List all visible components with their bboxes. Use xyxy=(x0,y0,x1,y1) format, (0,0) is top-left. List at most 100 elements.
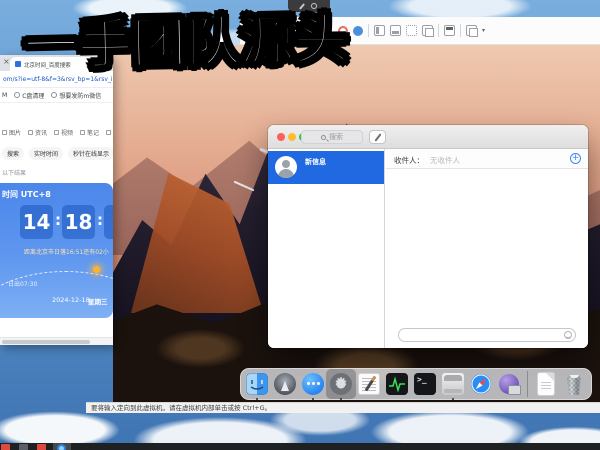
fullscreen-icon[interactable] xyxy=(406,25,417,36)
conversation-row-selected[interactable]: 新信息 xyxy=(268,151,384,184)
clock-hour: 14 xyxy=(20,205,53,239)
clock-minute: 18 xyxy=(62,205,95,239)
vmware-status-text: 要将输入定向到此虚拟机，请在虚拟机内部单击或按 Ctrl+G。 xyxy=(86,403,600,413)
scrollbar-thumb[interactable] xyxy=(2,340,90,344)
globe-icon xyxy=(14,92,20,98)
dock-item-safari[interactable] xyxy=(469,372,493,396)
messages-icon xyxy=(302,373,324,395)
conversation-list: 新信息 xyxy=(268,149,385,348)
script-editor-icon xyxy=(442,373,464,395)
windows-taskbar xyxy=(0,443,600,450)
baidu-nav-tabs: 图片 资讯 视频 笔记 地图 xyxy=(0,128,113,137)
dock-item-system-preferences[interactable] xyxy=(329,372,353,396)
search-input[interactable]: 搜索 xyxy=(301,130,363,144)
bookmark-item[interactable]: C盘清理 xyxy=(14,91,44,100)
add-recipient-button[interactable]: + xyxy=(570,153,581,164)
network-icon xyxy=(499,374,519,394)
search-icon xyxy=(321,135,326,140)
toolbar-separator xyxy=(438,24,439,37)
nav-tab-news[interactable]: 资讯 xyxy=(28,128,47,137)
beijing-time-widget: 时间 UTC+8 14 : 18 : 距离北京市日落16:51还有02小 日出0… xyxy=(0,183,113,318)
globe-icon xyxy=(51,92,57,98)
display-settings-icon[interactable] xyxy=(466,25,477,36)
vm-display: 搜索 新信息 收件人： 无收件人 + xyxy=(113,45,600,402)
dock-item-messages[interactable] xyxy=(301,372,325,396)
message-pane: 收件人： 无收件人 + xyxy=(386,149,588,348)
sunset-countdown: 距离北京市日落16:51还有02小 xyxy=(24,247,109,256)
watermark-title: 一手团队源头 xyxy=(23,0,349,80)
dock-item-finder[interactable] xyxy=(245,372,269,396)
running-indicator xyxy=(340,398,342,400)
dock-separator xyxy=(527,371,528,397)
bookmark-item[interactable]: M xyxy=(2,92,7,99)
messages-window: 搜索 新信息 收件人： 无收件人 + xyxy=(268,125,588,348)
dock-item-document[interactable] xyxy=(534,372,558,396)
dock xyxy=(240,368,592,400)
nav-tab-images[interactable]: 图片 xyxy=(2,128,21,137)
browser-window: × 北京时间_百度搜索 om/s?ie=utf-8&f=3&rsv_bp=1&r… xyxy=(0,55,113,345)
safari-icon xyxy=(470,373,492,395)
nav-tab-video[interactable]: 视频 xyxy=(54,128,73,137)
tab-icon xyxy=(54,130,59,135)
bookmarks-bar: M C盘清理 想要发防m微信 xyxy=(0,88,113,103)
compose-button[interactable] xyxy=(369,130,386,144)
filter-chip[interactable]: 搜索 xyxy=(2,147,24,160)
to-label: 收件人： xyxy=(394,155,424,166)
trash-icon xyxy=(566,375,582,395)
results-hint: 以下结果 xyxy=(2,168,26,177)
nav-tab-maps[interactable]: 地图 xyxy=(106,128,113,137)
dock-item-network[interactable] xyxy=(497,372,521,396)
snapshot-icon[interactable] xyxy=(444,25,455,36)
launchpad-icon xyxy=(274,373,296,395)
filter-chip[interactable]: 秒针在线显示 xyxy=(68,147,113,160)
textedit-icon xyxy=(358,373,380,395)
dock-item-textedit[interactable] xyxy=(357,372,381,396)
sun-icon xyxy=(93,266,100,273)
show-tabs-icon[interactable] xyxy=(374,25,385,36)
bookmark-item[interactable]: 想要发防m微信 xyxy=(51,91,101,100)
messages-titlebar[interactable]: 搜索 xyxy=(268,125,588,149)
tab-icon xyxy=(28,130,33,135)
clock-colon: : xyxy=(55,211,61,229)
dropdown-caret-icon[interactable]: ▾ xyxy=(482,27,485,34)
message-input[interactable] xyxy=(398,328,576,342)
avatar xyxy=(275,156,297,178)
conversation-name: 新信息 xyxy=(305,157,326,167)
dock-item-script-editor[interactable] xyxy=(441,372,465,396)
toolbar-separator xyxy=(460,24,461,37)
activity-graph-icon xyxy=(386,373,408,395)
recipient-row[interactable]: 收件人： 无收件人 + xyxy=(386,149,588,169)
network-adapter-icon[interactable] xyxy=(353,26,363,36)
document-icon xyxy=(538,373,554,395)
dock-item-trash[interactable] xyxy=(562,372,586,396)
close-tab-icon[interactable]: × xyxy=(3,58,10,66)
running-indicator xyxy=(256,398,258,400)
tab-icon xyxy=(106,130,111,135)
close-button[interactable] xyxy=(277,133,285,141)
horizontal-scrollbar[interactable] xyxy=(0,337,113,345)
running-indicator xyxy=(452,398,454,400)
taskbar-app-gray[interactable] xyxy=(19,444,28,450)
filter-chips: 搜索 实时时间 秒针在线显示 更 xyxy=(0,147,113,160)
search-placeholder: 搜索 xyxy=(329,132,343,142)
taskbar-browser-active[interactable] xyxy=(57,444,66,450)
taskbar-app-red-2[interactable] xyxy=(37,444,46,450)
nav-tab-notes[interactable]: 笔记 xyxy=(80,128,99,137)
toolbar-separator xyxy=(368,24,369,37)
running-indicator xyxy=(312,398,314,400)
favicon xyxy=(15,61,21,67)
dock-item-terminal[interactable] xyxy=(413,372,437,396)
sunrise-label: 日出07:30 xyxy=(8,279,37,288)
dock-item-launchpad[interactable] xyxy=(273,372,297,396)
terminal-icon xyxy=(414,373,436,395)
console-view-icon[interactable] xyxy=(422,25,433,36)
clock-second-partial xyxy=(104,205,113,239)
unity-view-icon[interactable] xyxy=(390,25,401,36)
minimize-button[interactable] xyxy=(288,133,296,141)
emoji-icon[interactable] xyxy=(564,331,572,339)
filter-chip[interactable]: 实时时间 xyxy=(29,147,63,160)
tab-icon xyxy=(80,130,85,135)
tab-icon xyxy=(2,130,7,135)
dock-item-activity-monitor[interactable] xyxy=(385,372,409,396)
taskbar-app-red-1[interactable] xyxy=(1,444,10,450)
